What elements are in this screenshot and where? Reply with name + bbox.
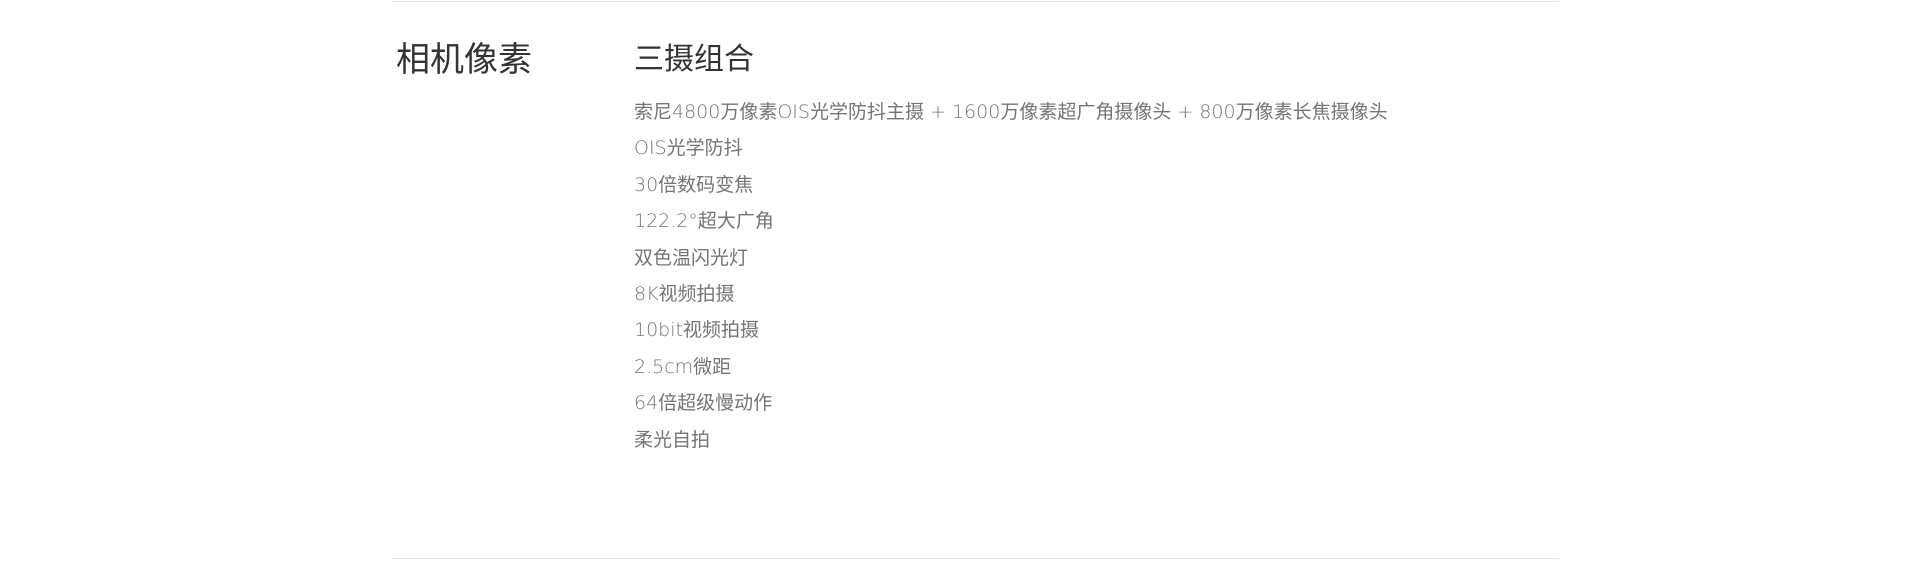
- feature-item: 8K视频拍摄: [634, 283, 735, 306]
- feature-item: 64倍超级慢动作: [634, 392, 773, 415]
- camera-spec-section: 相机像素 三摄组合 索尼4800万像素OIS光学防抖主摄 + 1600万像素超广…: [392, 0, 1558, 560]
- top-divider: [392, 1, 1558, 2]
- spec-category-title: 相机像素: [396, 40, 532, 80]
- feature-item: OIS光学防抖: [634, 137, 743, 160]
- spec-heading: 三摄组合: [634, 42, 754, 77]
- feature-item: 122.2°超大广角: [634, 210, 774, 233]
- spec-content: 三摄组合 索尼4800万像素OIS光学防抖主摄 + 1600万像素超广角摄像头 …: [634, 36, 1534, 458]
- bottom-divider: [392, 558, 1558, 559]
- feature-item: 柔光自拍: [634, 428, 711, 451]
- feature-item: 10bit视频拍摄: [634, 319, 759, 342]
- feature-item: 双色温闪光灯: [634, 246, 749, 269]
- feature-list: 索尼4800万像素OIS光学防抖主摄 + 1600万像素超广角摄像头 + 800…: [634, 94, 1534, 458]
- feature-item: 30倍数码变焦: [634, 173, 754, 196]
- feature-item: 索尼4800万像素OIS光学防抖主摄 + 1600万像素超广角摄像头 + 800…: [634, 101, 1388, 123]
- feature-item: 2.5cm微距: [634, 355, 732, 378]
